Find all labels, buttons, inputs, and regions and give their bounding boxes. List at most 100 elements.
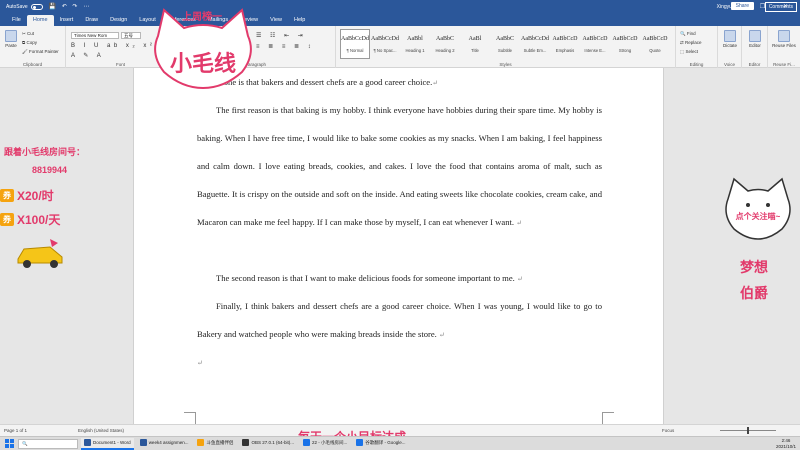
zoom-slider-thumb[interactable] bbox=[747, 427, 749, 434]
font-name-select[interactable]: Times New Rom bbox=[71, 32, 119, 39]
tab-draw[interactable]: Draw bbox=[79, 15, 104, 26]
page-count[interactable]: Page 1 of 1 bbox=[4, 428, 27, 433]
paste-label: Paste bbox=[5, 43, 17, 48]
style-option[interactable]: AaBbC Subtitle bbox=[490, 29, 520, 59]
paste-button[interactable]: Paste bbox=[3, 30, 19, 48]
tab-view[interactable]: View bbox=[264, 15, 288, 26]
coupon-badge: 券 bbox=[0, 213, 14, 226]
language-indicator[interactable]: English (United States) bbox=[78, 428, 124, 433]
select-button[interactable]: ⬚ Select bbox=[680, 49, 698, 55]
system-clock[interactable]: 2:46 2021/10/1 bbox=[776, 438, 796, 449]
paragraph-mark: ↵ bbox=[516, 219, 523, 227]
font-size-select[interactable]: 五号 bbox=[121, 32, 141, 39]
tab-insert[interactable]: Insert bbox=[54, 15, 80, 26]
reuse-group: Reuse Files Reuse Fi... bbox=[768, 26, 800, 68]
share-button[interactable]: Share bbox=[730, 2, 754, 10]
style-sample: AaBbCcD bbox=[612, 36, 638, 42]
reuse-files-label: Reuse Files bbox=[772, 43, 796, 48]
style-option[interactable]: AaBbCcD Quote bbox=[640, 29, 670, 59]
style-option[interactable]: AaBbCcDd Subtle Em... bbox=[520, 29, 550, 59]
taskbar-search[interactable]: 🔍 bbox=[18, 438, 78, 449]
style-option[interactable]: AaBbCcD Intense E... bbox=[580, 29, 610, 59]
style-name: Heading 1 bbox=[405, 48, 425, 53]
taskbar-app[interactable]: 22 - 小毛线房间... bbox=[300, 438, 350, 450]
clock-date: 2021/10/1 bbox=[775, 443, 796, 449]
paragraph-mark: ↵ bbox=[197, 359, 203, 367]
editor-icon bbox=[749, 30, 761, 42]
tab-design[interactable]: Design bbox=[104, 15, 133, 26]
find-button[interactable]: 🔍 Find bbox=[680, 31, 696, 37]
copy-label: Copy bbox=[26, 40, 37, 45]
ribbon-tabs: File Home Insert Draw Design Layout References… bbox=[0, 13, 800, 26]
list-buttons[interactable]: ☰ ☷ ⇤ ⇥ bbox=[256, 32, 306, 39]
taskbar-app[interactable]: 斗鱼直播伴侣 bbox=[194, 438, 236, 450]
font-format-buttons[interactable]: B I U ab x₂ x² bbox=[71, 43, 155, 49]
quick-access-toolbar[interactable]: 💾 ↶ ↷ ⋯ bbox=[49, 3, 92, 10]
replace-button[interactable]: ⇄ Replace bbox=[680, 40, 702, 46]
style-sample: AaBbCcDd bbox=[371, 36, 399, 42]
paragraph-mark: ↵ bbox=[516, 275, 523, 283]
reuse-files-button[interactable]: Reuse Files bbox=[771, 30, 797, 48]
taskbar-app[interactable]: Document1 - Word bbox=[81, 437, 134, 450]
style-option[interactable]: AaBl Title bbox=[460, 29, 490, 59]
taskbar-app-label: 斗鱼直播伴侣 bbox=[206, 439, 234, 445]
taskbar-app[interactable]: 谷歌翻译 - Google... bbox=[353, 438, 408, 450]
align-buttons[interactable]: ≡ ≣ ≡ ≣ ↕ bbox=[256, 43, 314, 50]
paragraph-4[interactable]: Finally, I think bakers and dessert chef… bbox=[197, 292, 602, 349]
paragraph-3-text: The second reason is that I want to make… bbox=[216, 273, 515, 283]
style-option[interactable]: AaBbC Heading 2 bbox=[430, 29, 460, 59]
taskbar-app-label: 22 - 小毛线房间... bbox=[312, 439, 348, 445]
voice-group: Dictate Voice bbox=[718, 26, 742, 68]
tab-file[interactable]: File bbox=[6, 15, 27, 26]
style-option[interactable]: AaBbCcDd ¶ Normal bbox=[340, 29, 370, 59]
paragraph-3[interactable]: The second reason is that I want to make… bbox=[197, 264, 602, 293]
document-page[interactable]: the last one is that bakers and dessert … bbox=[133, 68, 664, 424]
font-color-buttons[interactable]: A ✎ A bbox=[71, 52, 104, 59]
start-button[interactable] bbox=[3, 438, 15, 450]
style-name: Strong bbox=[618, 48, 632, 53]
format-painter-button[interactable]: 🖌 Format Painter bbox=[22, 49, 59, 55]
style-sample: AaBbCcD bbox=[552, 36, 578, 42]
taskbar-app-label: week4 assignmen... bbox=[148, 440, 189, 445]
style-option[interactable]: AaBbCcD Emphasis bbox=[550, 29, 580, 59]
format-painter-label: Format Painter bbox=[28, 49, 59, 54]
focus-button[interactable]: Focus bbox=[662, 428, 674, 433]
paragraph-4-text: Finally, I think bakers and dessert chef… bbox=[197, 301, 602, 339]
style-option[interactable]: AaBbCcDd ¶ No Spac... bbox=[370, 29, 400, 59]
copy-button[interactable]: ⧉ Copy bbox=[22, 40, 37, 45]
cat-sticker-icon bbox=[725, 177, 791, 240]
style-name: Heading 2 bbox=[435, 48, 455, 53]
replace-label: Replace bbox=[685, 40, 702, 45]
taskbar-app[interactable]: OBS 27.0.1 (64-bit)... bbox=[239, 438, 297, 450]
reuse-group-label: Reuse Fi... bbox=[773, 62, 795, 67]
empty-paragraph[interactable]: ↵ bbox=[197, 348, 602, 377]
editor-button[interactable]: Editor bbox=[745, 30, 765, 48]
promo-title: 跟着小毛线房间号： bbox=[4, 147, 86, 157]
tab-home[interactable]: Home bbox=[26, 15, 54, 26]
right-bubble-text: 点个关注喵~ bbox=[735, 212, 781, 221]
price-daily: X100/天 bbox=[17, 213, 61, 227]
style-option[interactable]: AaBbl Heading 1 bbox=[400, 29, 430, 59]
paragraph-2[interactable]: The first reason is that baking is my ho… bbox=[197, 96, 602, 237]
tab-help[interactable]: Help bbox=[288, 15, 311, 26]
taskbar-app[interactable]: week4 assignmen... bbox=[137, 438, 192, 450]
cut-button[interactable]: ✂ Cut bbox=[22, 31, 34, 37]
style-name: Emphasis bbox=[555, 48, 575, 53]
microphone-icon bbox=[724, 30, 736, 42]
promo-room-number: 8819944 bbox=[32, 165, 68, 175]
style-sample: AaBbl bbox=[407, 36, 423, 42]
style-sample: AaBbCcDd bbox=[521, 36, 549, 42]
app-icon bbox=[139, 439, 147, 446]
editing-group-label: Editing bbox=[689, 62, 704, 67]
style-sample: AaBbCcDd bbox=[341, 36, 369, 42]
style-option[interactable]: AaBbCcD Strong bbox=[610, 29, 640, 59]
dictate-button[interactable]: Dictate bbox=[721, 30, 739, 48]
select-label: Select bbox=[685, 49, 699, 54]
title-bar: AutoSave 💾 ↶ ↷ ⋯ Xingyu Liu – ❐ ✕ bbox=[0, 0, 800, 13]
style-sample: AaBbC bbox=[436, 36, 454, 42]
autosave-toggle[interactable]: AutoSave bbox=[6, 3, 43, 10]
comments-button[interactable]: Comments bbox=[764, 2, 797, 12]
paragraph-mark: ↵ bbox=[432, 79, 439, 87]
reuse-files-icon bbox=[778, 30, 790, 42]
paragraph-mark: ↵ bbox=[438, 331, 445, 339]
